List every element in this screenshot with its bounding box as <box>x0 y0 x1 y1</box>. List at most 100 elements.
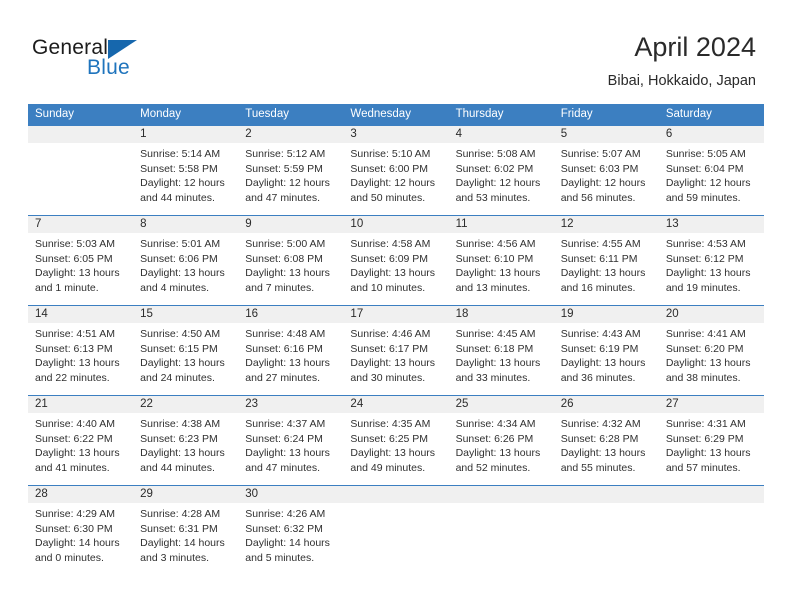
sunset-text: Sunset: 6:05 PM <box>35 252 113 265</box>
day-cell[interactable]: Sunrise: 5:00 AM Sunset: 6:08 PM Dayligh… <box>238 233 343 305</box>
daylight-text: Daylight: 13 hours <box>35 357 120 369</box>
day-number: 23 <box>245 398 259 410</box>
daylight-text-cont: and 47 minutes. <box>245 461 320 474</box>
day-cell[interactable]: Sunrise: 4:29 AM Sunset: 6:30 PM Dayligh… <box>28 503 133 575</box>
day-number: 12 <box>560 218 574 230</box>
day-number: 3 <box>350 128 357 140</box>
sunset-text: Sunset: 5:59 PM <box>245 162 323 175</box>
sunset-text: Sunset: 6:19 PM <box>560 342 639 355</box>
day-cell[interactable]: Sunrise: 4:55 AM Sunset: 6:11 PM Dayligh… <box>554 233 659 305</box>
day-cell[interactable]: Sunrise: 5:05 AM Sunset: 6:04 PM Dayligh… <box>659 143 764 215</box>
sunrise-text: Sunrise: 5:01 AM <box>140 238 221 250</box>
day-cell[interactable]: Sunrise: 4:45 AM Sunset: 6:18 PM Dayligh… <box>449 323 554 395</box>
day-cell[interactable]: Sunrise: 4:53 AM Sunset: 6:12 PM Dayligh… <box>659 233 764 305</box>
day-cell[interactable]: Sunrise: 4:28 AM Sunset: 6:31 PM Dayligh… <box>133 503 238 575</box>
sunrise-text: Sunrise: 4:34 AM <box>455 418 536 430</box>
calendar-page: General Blue April 2024 Bibai, Hokkaido,… <box>0 0 792 612</box>
daylight-text: Daylight: 13 hours <box>665 357 751 369</box>
day-cell[interactable]: Sunrise: 4:46 AM Sunset: 6:17 PM Dayligh… <box>343 323 448 395</box>
daylight-text: Daylight: 13 hours <box>665 447 751 459</box>
day-number: 24 <box>350 398 364 410</box>
day-number: 10 <box>350 218 364 230</box>
day-cell[interactable]: Sunrise: 5:14 AM Sunset: 5:58 PM Dayligh… <box>133 143 238 215</box>
daylight-text-cont: and 38 minutes. <box>665 371 741 384</box>
day-cell[interactable] <box>343 503 448 575</box>
day-cell[interactable]: Sunrise: 5:07 AM Sunset: 6:03 PM Dayligh… <box>554 143 659 215</box>
daylight-text: Daylight: 12 hours <box>455 177 541 189</box>
day-cell[interactable]: Sunrise: 4:41 AM Sunset: 6:20 PM Dayligh… <box>659 323 764 395</box>
daylight-text: Daylight: 12 hours <box>350 177 436 189</box>
day-cell[interactable]: Sunrise: 4:37 AM Sunset: 6:24 PM Dayligh… <box>238 413 343 485</box>
sunrise-text: Sunrise: 5:12 AM <box>245 148 326 160</box>
day-cell[interactable]: Sunrise: 5:01 AM Sunset: 6:06 PM Dayligh… <box>133 233 238 305</box>
day-cell[interactable]: Sunrise: 5:08 AM Sunset: 6:02 PM Dayligh… <box>449 143 554 215</box>
day-cell[interactable]: Sunrise: 5:12 AM Sunset: 5:59 PM Dayligh… <box>238 143 343 215</box>
daylight-text: Daylight: 13 hours <box>140 447 225 459</box>
day-cell[interactable]: Sunrise: 4:31 AM Sunset: 6:29 PM Dayligh… <box>659 413 764 485</box>
day-cell[interactable]: Sunrise: 5:10 AM Sunset: 6:00 PM Dayligh… <box>343 143 448 215</box>
title-block: April 2024 Bibai, Hokkaido, Japan <box>608 30 756 91</box>
day-cell[interactable]: Sunrise: 4:43 AM Sunset: 6:19 PM Dayligh… <box>554 323 659 395</box>
daylight-text-cont: and 19 minutes. <box>665 281 741 294</box>
day-cell[interactable]: Sunrise: 4:58 AM Sunset: 6:09 PM Dayligh… <box>343 233 448 305</box>
sunrise-text: Sunrise: 4:53 AM <box>665 238 746 250</box>
day-cell[interactable]: Sunrise: 4:56 AM Sunset: 6:10 PM Dayligh… <box>449 233 554 305</box>
day-cell[interactable]: Sunrise: 4:32 AM Sunset: 6:28 PM Dayligh… <box>554 413 659 485</box>
daylight-text: Daylight: 13 hours <box>455 267 541 279</box>
sunrise-text: Sunrise: 5:00 AM <box>245 238 326 250</box>
day-number: 28 <box>35 488 48 500</box>
sunrise-text: Sunrise: 4:48 AM <box>245 328 326 340</box>
sunset-text: Sunset: 6:31 PM <box>140 522 218 535</box>
sunrise-text: Sunrise: 5:03 AM <box>35 238 115 250</box>
daylight-text: Daylight: 13 hours <box>35 267 120 279</box>
sunrise-text: Sunrise: 4:28 AM <box>140 508 221 520</box>
daylight-text-cont: and 4 minutes. <box>140 281 210 294</box>
day-number: 21 <box>35 398 48 410</box>
weekday-wednesday: Wednesday <box>350 108 411 120</box>
daylight-text-cont: and 7 minutes. <box>245 281 315 294</box>
sunrise-text: Sunrise: 4:35 AM <box>350 418 431 430</box>
sunrise-text: Sunrise: 5:08 AM <box>455 148 536 160</box>
day-cell[interactable]: Sunrise: 4:38 AM Sunset: 6:23 PM Dayligh… <box>133 413 238 485</box>
daylight-text-cont: and 44 minutes. <box>140 461 215 474</box>
week-detail-band: Sunrise: 5:14 AM Sunset: 5:58 PM Dayligh… <box>28 143 764 215</box>
daylight-text-cont: and 52 minutes. <box>455 461 531 474</box>
daylight-text-cont: and 3 minutes. <box>140 551 210 564</box>
sunset-text: Sunset: 6:15 PM <box>140 342 218 355</box>
calendar-week-row: 1 2 3 4 5 6 Sunrise: 5:14 AM Sunset: 5:5… <box>28 125 764 215</box>
calendar-week-row: 14 15 16 17 18 19 20 Sunrise: 4:51 AM Su… <box>28 305 764 395</box>
daylight-text-cont: and 56 minutes. <box>560 191 636 204</box>
day-cell[interactable]: Sunrise: 4:26 AM Sunset: 6:32 PM Dayligh… <box>238 503 343 575</box>
day-number: 18 <box>455 308 469 320</box>
day-cell[interactable]: Sunrise: 4:48 AM Sunset: 6:16 PM Dayligh… <box>238 323 343 395</box>
day-cell[interactable]: Sunrise: 4:40 AM Sunset: 6:22 PM Dayligh… <box>28 413 133 485</box>
sunrise-text: Sunrise: 4:41 AM <box>665 328 746 340</box>
daylight-text-cont: and 10 minutes. <box>350 281 426 294</box>
day-cell[interactable] <box>554 503 659 575</box>
sunset-text: Sunset: 6:08 PM <box>245 252 323 265</box>
day-number: 30 <box>245 488 259 500</box>
daylight-text-cont: and 16 minutes. <box>560 281 636 294</box>
day-number: 1 <box>140 128 147 140</box>
weekday-header-row: Sunday Monday Tuesday Wednesday Thursday… <box>28 104 764 125</box>
sunrise-text: Sunrise: 4:51 AM <box>35 328 115 340</box>
day-cell[interactable] <box>659 503 764 575</box>
daylight-text: Daylight: 12 hours <box>140 177 225 189</box>
day-cell[interactable]: Sunrise: 4:50 AM Sunset: 6:15 PM Dayligh… <box>133 323 238 395</box>
sunset-text: Sunset: 6:16 PM <box>245 342 323 355</box>
sunrise-text: Sunrise: 4:26 AM <box>245 508 326 520</box>
day-cell[interactable]: Sunrise: 4:35 AM Sunset: 6:25 PM Dayligh… <box>343 413 448 485</box>
sunrise-text: Sunrise: 4:38 AM <box>140 418 221 430</box>
day-number: 26 <box>560 398 574 410</box>
day-cell[interactable] <box>28 143 133 215</box>
daylight-text: Daylight: 13 hours <box>245 267 330 279</box>
day-number: 4 <box>455 128 462 140</box>
day-number: 5 <box>560 128 568 140</box>
general-blue-logo[interactable]: General Blue <box>32 36 172 86</box>
sunrise-text: Sunrise: 4:32 AM <box>560 418 641 430</box>
day-cell[interactable]: Sunrise: 4:51 AM Sunset: 6:13 PM Dayligh… <box>28 323 133 395</box>
day-cell[interactable] <box>449 503 554 575</box>
day-cell[interactable]: Sunrise: 4:34 AM Sunset: 6:26 PM Dayligh… <box>449 413 554 485</box>
weekday-thursday: Thursday <box>455 108 504 120</box>
day-cell[interactable]: Sunrise: 5:03 AM Sunset: 6:05 PM Dayligh… <box>28 233 133 305</box>
